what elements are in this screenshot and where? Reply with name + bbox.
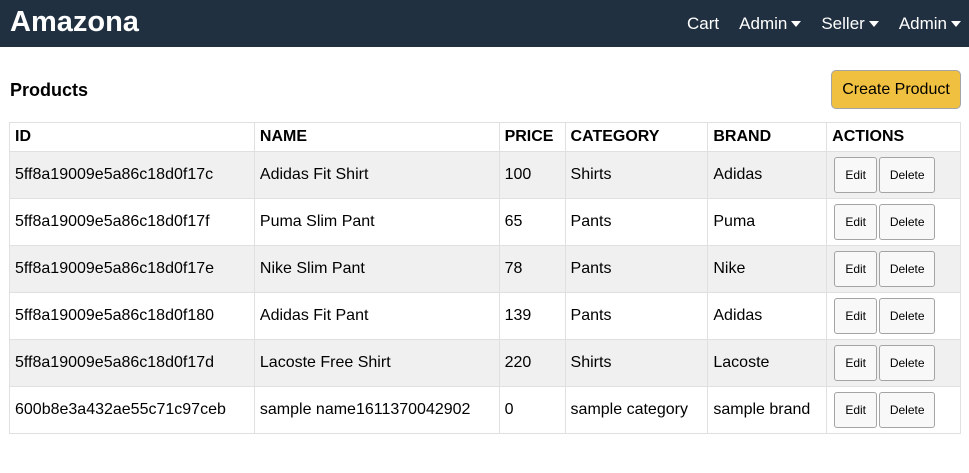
cell-actions: Edit Delete [826,339,961,387]
cell-price: 78 [498,245,566,293]
cell-actions: Edit Delete [826,198,961,246]
cell-category: Shirts [564,339,709,387]
edit-button[interactable]: Edit [834,204,878,240]
cell-price: 100 [498,151,566,199]
create-product-button[interactable]: Create Product [831,70,961,109]
cell-brand: Nike [707,245,828,293]
cell-name: Puma Slim Pant [253,198,500,246]
cell-actions: Edit Delete [826,151,961,199]
nav-admin-dropdown[interactable]: Admin [739,13,802,34]
column-header-name: NAME [253,122,500,152]
table-row: 5ff8a19009e5a86c18d0f17f Puma Slim Pant … [9,198,961,246]
cell-actions: Edit Delete [826,245,961,293]
delete-button[interactable]: Delete [879,204,936,240]
cell-id: 5ff8a19009e5a86c18d0f17d [9,339,255,387]
cell-id: 5ff8a19009e5a86c18d0f180 [9,292,255,340]
cell-name: Adidas Fit Pant [253,292,500,340]
nav-seller-dropdown[interactable]: Seller [821,13,879,34]
nav-cart-label: Cart [687,13,720,33]
nav-user-dropdown[interactable]: Admin [899,14,961,34]
column-header-brand: BRAND [707,122,828,152]
column-header-id: ID [9,122,255,152]
edit-button[interactable]: Edit [834,392,878,428]
delete-button[interactable]: Delete [879,251,936,287]
delete-button[interactable]: Delete [879,298,936,334]
table-row: 5ff8a19009e5a86c18d0f180 Adidas Fit Pant… [9,292,961,340]
cell-brand: Adidas [707,151,828,199]
cell-name: sample name1611370042902 [253,386,500,434]
cell-category: Shirts [564,151,709,199]
table-row: 5ff8a19009e5a86c18d0f17c Adidas Fit Shir… [9,151,961,199]
cell-brand: Puma [707,198,828,246]
cell-id: 5ff8a19009e5a86c18d0f17e [9,245,255,293]
cell-name: Lacoste Free Shirt [253,339,500,387]
nav-links: Cart Admin Seller Admin [667,0,961,47]
table-row: 600b8e3a432ae55c71c97ceb sample name1611… [9,386,961,434]
products-table: ID NAME PRICE CATEGORY BRAND ACTIONS 5ff… [9,122,961,434]
nav-cart-link[interactable]: Cart [687,14,719,34]
cell-category: Pants [564,292,709,340]
edit-button[interactable]: Edit [834,298,878,334]
cell-id: 5ff8a19009e5a86c18d0f17c [9,151,255,199]
cell-name: Nike Slim Pant [253,245,500,293]
nav-user-label: Admin [898,13,947,33]
table-header: ID NAME PRICE CATEGORY BRAND ACTIONS [9,122,961,152]
cell-actions: Edit Delete [826,386,961,434]
cell-price: 0 [498,386,566,434]
delete-button[interactable]: Delete [879,157,936,193]
brand-logo-link[interactable]: Amazona [10,5,139,39]
edit-button[interactable]: Edit [834,345,878,381]
cell-price: 65 [498,198,566,246]
table-row: 5ff8a19009e5a86c18d0f17d Lacoste Free Sh… [9,339,961,387]
edit-button[interactable]: Edit [834,157,878,193]
cell-brand: Adidas [707,292,828,340]
table-row: 5ff8a19009e5a86c18d0f17e Nike Slim Pant … [9,245,961,293]
cell-actions: Edit Delete [826,292,961,340]
cell-id: 600b8e3a432ae55c71c97ceb [9,386,255,434]
delete-button[interactable]: Delete [879,392,936,428]
page-title: Products [10,80,89,100]
cell-category: sample category [564,386,709,434]
edit-button[interactable]: Edit [834,251,878,287]
cell-name: Adidas Fit Shirt [253,151,500,199]
cell-category: Pants [564,198,709,246]
caret-down-icon [868,20,879,27]
table-body: 5ff8a19009e5a86c18d0f17c Adidas Fit Shir… [9,151,961,434]
cell-price: 220 [498,339,566,387]
cell-category: Pants [564,245,709,293]
navbar: Amazona Cart Admin Seller Admin [0,0,969,47]
nav-admin-label: Admin [739,13,788,33]
column-header-category: CATEGORY [564,122,709,152]
cell-id: 5ff8a19009e5a86c18d0f17f [9,198,255,246]
column-header-price: PRICE [498,122,566,152]
cell-brand: Lacoste [707,339,828,387]
column-header-actions: ACTIONS [826,122,961,152]
caret-down-icon [791,20,802,27]
cell-brand: sample brand [707,386,828,434]
caret-down-icon [951,20,961,27]
nav-seller-label: Seller [821,13,865,33]
cell-price: 139 [498,292,566,340]
delete-button[interactable]: Delete [879,345,936,381]
